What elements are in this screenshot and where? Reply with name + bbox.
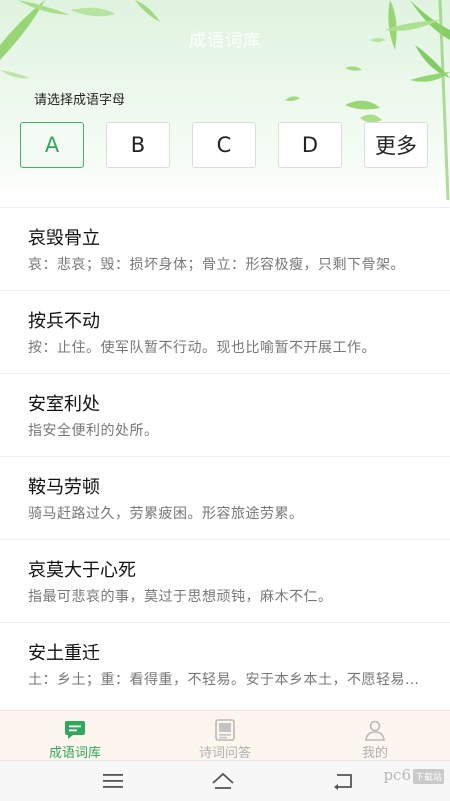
user-icon [365, 720, 385, 741]
tab-mine[interactable]: 我的 [300, 711, 450, 761]
menu-icon[interactable] [101, 769, 125, 793]
list-item[interactable]: 安土重迁 土：乡土；重：看得重，不轻易。安于本乡本土，不愿轻易迁移。 [0, 622, 450, 705]
idiom-name: 安土重迁 [28, 643, 100, 664]
tab-idiom-library[interactable]: 成语词库 [0, 711, 150, 761]
letter-button-c[interactable]: C [192, 122, 256, 168]
book-icon [215, 719, 235, 741]
idiom-name: 按兵不动 [28, 311, 100, 332]
letter-selector: A B C D 更多 [20, 122, 432, 170]
header-banner: 成语词库 请选择成语字母 A B C D 更多 [0, 0, 450, 200]
list-item[interactable]: 哀毁骨立 哀：悲哀；毁：损坏身体；骨立：形容极瘦，只剩下骨架。 [0, 207, 450, 290]
tab-label: 诗词问答 [198, 746, 251, 761]
idiom-description: 指安全便利的处所。 [28, 423, 159, 439]
back-icon[interactable] [331, 769, 355, 793]
home-icon[interactable] [211, 769, 235, 793]
idiom-name: 安室利处 [28, 394, 100, 415]
idiom-name: 哀莫大于心死 [28, 560, 136, 581]
idiom-description: 按：止住。使军队暂不行动。现也比喻暂不开展工作。 [28, 340, 376, 356]
watermark-text: pc6 [383, 766, 411, 784]
watermark-badge: 下载站 [412, 768, 444, 784]
list-item[interactable]: 哀莫大于心死 指最可悲哀的事，莫过于思想顽钝，麻木不仁。 [0, 539, 450, 622]
list-item[interactable]: 安室利处 指安全便利的处所。 [0, 373, 450, 456]
idiom-description: 指最可悲哀的事，莫过于思想顽钝，麻木不仁。 [28, 589, 333, 605]
idiom-description: 土：乡土；重：看得重，不轻易。安于本乡本土，不愿轻易迁移。 [28, 672, 422, 688]
list-item[interactable]: 按兵不动 按：止住。使军队暂不行动。现也比喻暂不开展工作。 [0, 290, 450, 373]
letter-button-a[interactable]: A [20, 122, 84, 168]
list-item[interactable]: 鞍马劳顿 骑马赶路过久，劳累疲困。形容旅途劳累。 [0, 456, 450, 539]
idiom-description: 哀：悲哀；毁：损坏身体；骨立：形容极瘦，只剩下骨架。 [28, 257, 405, 273]
idiom-list: 哀毁骨立 哀：悲哀；毁：损坏身体；骨立：形容极瘦，只剩下骨架。 按兵不动 按：止… [0, 207, 450, 705]
watermark: pc6 下载站 [383, 766, 444, 784]
letter-button-d[interactable]: D [278, 122, 342, 168]
idiom-name: 哀毁骨立 [28, 228, 100, 249]
page-title: 成语词库 [189, 31, 261, 51]
idiom-name: 鞍马劳顿 [28, 477, 100, 498]
idiom-description: 骑马赶路过久，劳累疲困。形容旅途劳累。 [28, 506, 304, 522]
bottom-tab-bar: 成语词库 诗词问答 我的 [0, 710, 450, 761]
letter-button-more[interactable]: 更多 [364, 122, 428, 168]
tab-poetry-quiz[interactable]: 诗词问答 [150, 711, 300, 761]
letter-button-b[interactable]: B [106, 122, 170, 168]
letter-prompt: 请选择成语字母 [34, 93, 126, 108]
tab-label: 成语词库 [48, 746, 101, 761]
chat-bubble-icon [65, 721, 85, 739]
tab-label: 我的 [361, 746, 388, 761]
